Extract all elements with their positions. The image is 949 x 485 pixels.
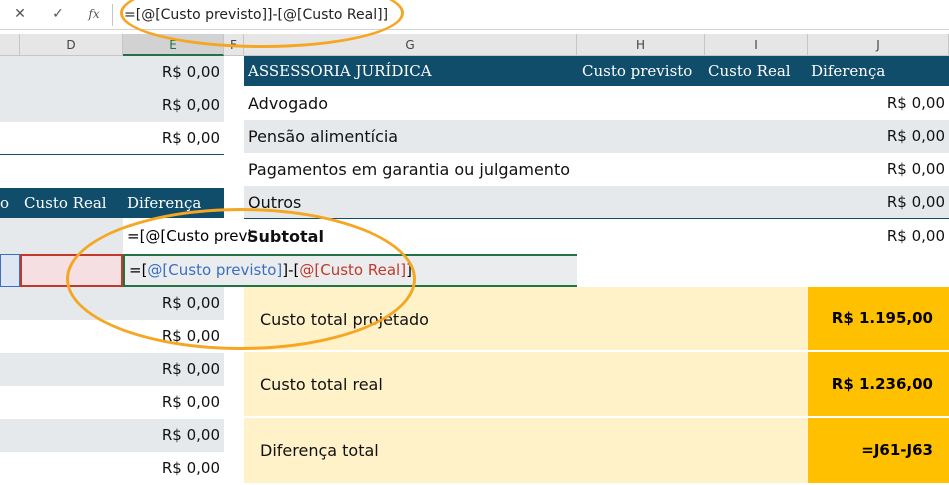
right-table-header: ASSESSORIA JURÍDICA Custo previsto Custo…	[244, 56, 949, 86]
row-value[interactable]: R$ 0,00	[825, 87, 945, 120]
cell-value[interactable]: R$ 0,00	[110, 386, 220, 419]
summary-label[interactable]: Custo total projetado	[260, 303, 429, 336]
formula-bar-divider	[112, 4, 113, 26]
summary-label[interactable]: Diferença total	[260, 434, 379, 467]
column-header-g[interactable]: G	[244, 34, 577, 56]
row-label[interactable]: Pagamentos em garantia ou julgamento	[248, 153, 570, 186]
column-header-row: D E F G H I J	[0, 34, 949, 56]
left-table-row: R$ 0,00	[0, 287, 224, 320]
edit-mid: ]-[	[282, 261, 300, 279]
summary-value[interactable]: =J61-J63	[808, 418, 949, 483]
header-diferenca[interactable]: Diferença	[811, 56, 931, 86]
cell-value[interactable]: R$ 0,00	[110, 89, 220, 122]
table-row: Advogado R$ 0,00	[244, 87, 949, 120]
summary-label[interactable]: Custo total real	[260, 368, 383, 401]
left-table-row: R$ 0,00	[0, 419, 224, 452]
row-label[interactable]: Advogado	[248, 87, 328, 120]
edit-suffix: ]	[406, 261, 412, 279]
header-custo-previsto[interactable]: Custo previsto	[582, 56, 702, 86]
formula-preview-cell[interactable]: =[@[Custo previ	[123, 218, 253, 254]
formula-bar: ✕ ✓ fx =[@[Custo previsto]]-[@[Custo Rea…	[0, 0, 949, 30]
cancel-icon[interactable]: ✕	[8, 3, 32, 25]
edit-ref-custo-real: @[Custo Real]	[299, 261, 407, 279]
cell-value[interactable]: R$ 0,00	[110, 287, 220, 320]
formula-input[interactable]: =[@[Custo previsto]]-[@[Custo Real]]	[124, 5, 388, 27]
cell-value[interactable]: R$ 0,00	[110, 122, 220, 155]
summary-value[interactable]: R$ 1.195,00	[808, 287, 949, 350]
column-header-h[interactable]: H	[577, 34, 705, 56]
left-table-row: R$ 0,00	[0, 452, 224, 483]
left-table-row: R$ 0,00	[0, 386, 224, 419]
referenced-cell-custo-previsto[interactable]	[0, 254, 20, 287]
header-title[interactable]: ASSESSORIA JURÍDICA	[248, 56, 568, 86]
edit-prefix: =[	[129, 261, 148, 279]
left-table-header: o Custo Real Diferença	[0, 188, 224, 218]
row-value[interactable]: R$ 0,00	[825, 186, 945, 219]
enter-icon[interactable]: ✓	[46, 3, 70, 25]
column-header-e[interactable]: E	[123, 34, 224, 56]
header-diferenca[interactable]: Diferença	[127, 188, 222, 218]
column-header-i[interactable]: I	[705, 34, 808, 56]
cell-value[interactable]: R$ 0,00	[110, 452, 220, 485]
cell-value[interactable]: R$ 0,00	[110, 419, 220, 452]
table-row: Pensão alimentícia R$ 0,00	[244, 120, 949, 153]
left-row-2: R$ 0,00	[0, 89, 224, 122]
table-row: Pagamentos em garantia ou julgamento R$ …	[244, 153, 949, 186]
editing-cell[interactable]: =[@[Custo previsto]]-[@[Custo Real]]	[123, 254, 577, 287]
header-custo-real[interactable]: Custo Real	[708, 56, 808, 86]
column-header-f[interactable]: F	[224, 34, 244, 56]
column-header-c[interactable]	[0, 34, 20, 56]
left-row-1: R$ 0,00	[0, 56, 224, 89]
cell-value[interactable]: R$ 0,00	[110, 320, 220, 353]
row-label[interactable]: Outros	[248, 186, 301, 219]
edit-ref-custo-previsto: @[Custo previsto]	[147, 261, 283, 279]
row-label[interactable]: Pensão alimentícia	[248, 120, 398, 153]
left-table-row: R$ 0,00	[0, 353, 224, 386]
column-header-j[interactable]: J	[808, 34, 949, 56]
left-table-row: R$ 0,00	[0, 320, 224, 353]
fx-icon[interactable]: fx	[82, 3, 106, 25]
table-row: Outros R$ 0,00	[244, 186, 949, 219]
subtotal-row: Subtotal R$ 0,00	[247, 219, 949, 254]
subtotal-value[interactable]: R$ 0,00	[825, 219, 945, 252]
row-value[interactable]: R$ 0,00	[825, 153, 945, 186]
subtotal-label[interactable]: Subtotal	[247, 219, 324, 252]
header-cut-cell: o	[0, 194, 10, 212]
left-row-3: R$ 0,00	[0, 122, 224, 155]
referenced-cell-custo-real[interactable]	[20, 254, 123, 287]
cell-value[interactable]: R$ 0,00	[110, 353, 220, 386]
header-custo-real[interactable]: Custo Real	[24, 188, 119, 218]
column-header-d[interactable]: D	[20, 34, 123, 56]
summary-value[interactable]: R$ 1.236,00	[808, 352, 949, 416]
row-value[interactable]: R$ 0,00	[825, 120, 945, 153]
cell-value[interactable]: R$ 0,00	[110, 56, 220, 89]
left-table-row	[0, 218, 123, 254]
